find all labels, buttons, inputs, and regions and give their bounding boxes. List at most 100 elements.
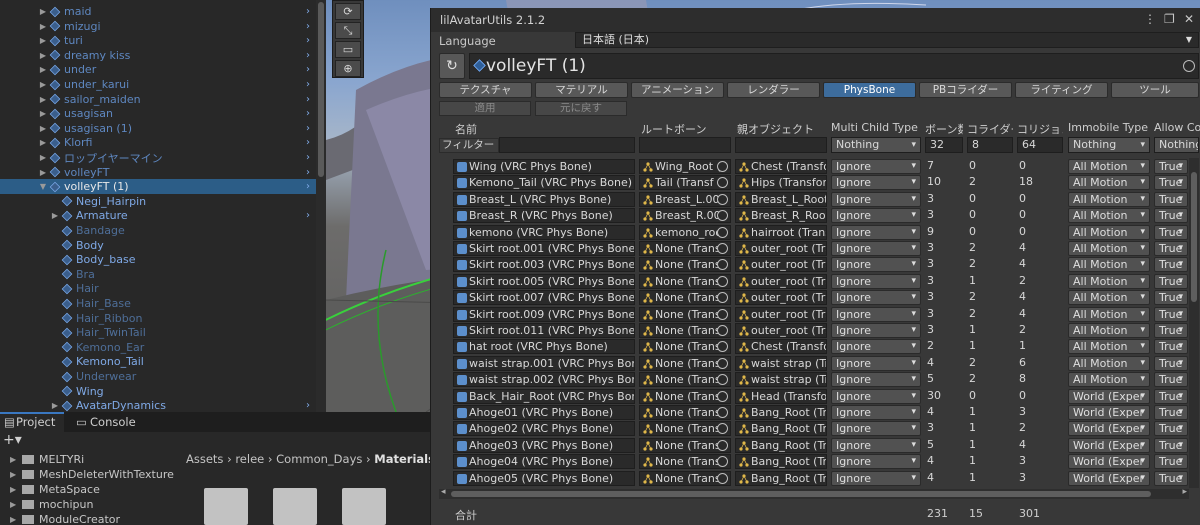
hierarchy-item[interactable]: ▼ volleyFT (1) ›	[0, 179, 316, 195]
column-header-immobile[interactable]: Immobile Type	[1068, 121, 1150, 134]
multi-child-dropdown[interactable]: Ignore	[831, 191, 921, 207]
apply-button[interactable]: 適用	[439, 101, 531, 116]
root-bone-field[interactable]: None (Trans	[639, 323, 731, 338]
hierarchy-item[interactable]: Kemono_Ear	[0, 340, 316, 355]
chevron-right-icon[interactable]: ›	[306, 400, 310, 411]
hierarchy-item[interactable]: ▶ under ›	[0, 62, 316, 77]
tab-5[interactable]: PBコライダー	[919, 82, 1012, 98]
parent-object-field[interactable]: Head (Transfo	[735, 388, 827, 404]
project-folder-item[interactable]: ▶ ModuleCreator	[10, 512, 120, 525]
hierarchy-item[interactable]: ▶ ロップイヤーマイン ›	[0, 150, 316, 165]
project-folder-item[interactable]: ▶ MELTYRi	[10, 452, 84, 466]
physbone-object-field[interactable]: Skirt root.007 (VRC Phys Bone)	[453, 290, 635, 306]
root-bone-field[interactable]: Breast_R.00	[639, 208, 731, 224]
language-dropdown[interactable]: 日本語 (日本) ▼	[575, 32, 1199, 48]
refresh-button[interactable]: ↻	[439, 53, 465, 79]
collapsed-arrow-icon[interactable]: ▶	[38, 7, 48, 16]
root-bone-field[interactable]: Breast_L.00	[639, 191, 731, 207]
object-picker-icon[interactable]	[717, 374, 728, 386]
collapsed-arrow-icon[interactable]: ▶	[38, 80, 48, 89]
column-header-allow[interactable]: Allow Co	[1154, 121, 1200, 134]
immobile-type-dropdown[interactable]: World (Exper	[1068, 421, 1150, 437]
breadcrumb-path[interactable]: Assets › relee › Common_Days ›	[186, 452, 371, 466]
column-header-multi-child[interactable]: Multi Child Type	[831, 121, 923, 134]
tab-7[interactable]: ツール	[1111, 82, 1199, 98]
physbone-object-field[interactable]: Back_Hair_Root (VRC Phys Bone	[453, 388, 635, 404]
object-picker-icon[interactable]	[717, 161, 728, 172]
hierarchy-item[interactable]: Bra	[0, 267, 316, 282]
immobile-type-dropdown[interactable]: All Motion	[1068, 224, 1150, 240]
immobile-type-dropdown[interactable]: All Motion	[1068, 241, 1150, 256]
tab-0[interactable]: テクスチャ	[439, 82, 532, 98]
chevron-right-icon[interactable]: ›	[306, 210, 310, 221]
physbone-object-field[interactable]: Ahoge04 (VRC Phys Bone)	[453, 454, 635, 470]
physbone-object-field[interactable]: Ahoge03 (VRC Phys Bone)	[453, 437, 635, 453]
collapsed-arrow-icon[interactable]: ▶	[50, 401, 60, 410]
filter-name-input[interactable]	[499, 137, 635, 153]
rotate-tool-icon[interactable]: ⟳	[335, 3, 361, 20]
parent-object-field[interactable]: outer_root (Tra	[735, 306, 827, 322]
hierarchy-item[interactable]: Body	[0, 238, 316, 253]
allow-collision-dropdown[interactable]: True	[1154, 355, 1188, 371]
collapsed-arrow-icon[interactable]: ▶	[38, 65, 48, 74]
column-header-root-bone[interactable]: ルートボーン	[641, 121, 731, 137]
object-picker-icon[interactable]	[717, 210, 728, 222]
object-picker-icon[interactable]	[717, 439, 728, 451]
allow-collision-dropdown[interactable]: True	[1154, 405, 1188, 420]
allow-collision-dropdown[interactable]: True	[1154, 224, 1188, 240]
immobile-type-dropdown[interactable]: All Motion	[1068, 191, 1150, 207]
allow-collision-dropdown[interactable]: True	[1154, 241, 1188, 256]
scale-tool-icon[interactable]: ⤡	[335, 22, 361, 39]
multi-child-dropdown[interactable]: Ignore	[831, 208, 921, 224]
collapsed-arrow-icon[interactable]: ▶	[10, 455, 22, 464]
allow-collision-dropdown[interactable]: True	[1154, 257, 1188, 273]
parent-object-field[interactable]: Bang_Root (Tr	[735, 421, 827, 437]
object-picker-icon[interactable]	[717, 193, 728, 205]
collapsed-arrow-icon[interactable]: ▶	[38, 138, 48, 147]
root-bone-field[interactable]: None (Trans	[639, 372, 731, 388]
parent-object-field[interactable]: Breast_R_Root	[735, 208, 827, 224]
object-picker-icon[interactable]	[717, 456, 728, 468]
root-bone-field[interactable]: None (Trans	[639, 470, 731, 486]
filter-allow-dropdown[interactable]: Nothing	[1154, 137, 1199, 153]
hierarchy-scrollbar[interactable]	[316, 0, 326, 412]
allow-collision-dropdown[interactable]: True	[1154, 175, 1188, 191]
parent-object-field[interactable]: outer_root (Tra	[735, 273, 827, 289]
chevron-right-icon[interactable]: ›	[306, 152, 310, 163]
hierarchy-item[interactable]: Kemono_Tail	[0, 354, 316, 369]
physbone-object-field[interactable]: Skirt root.009 (VRC Phys Bone)	[453, 306, 635, 322]
object-picker-icon[interactable]	[717, 423, 728, 435]
object-picker-icon[interactable]	[717, 357, 728, 369]
hierarchy-item[interactable]: ▶ usagisan (1) ›	[0, 121, 316, 136]
table-horizontal-scrollbar[interactable]: ◂ ▸	[439, 487, 1189, 499]
parent-object-field[interactable]: hairroot (Trans	[735, 224, 827, 240]
immobile-type-dropdown[interactable]: All Motion	[1068, 175, 1150, 191]
parent-object-field[interactable]: Hips (Transfor	[735, 175, 827, 191]
folder-icon[interactable]	[342, 488, 386, 525]
collapsed-arrow-icon[interactable]: ▶	[10, 500, 22, 509]
collapsed-arrow-icon[interactable]: ▶	[38, 153, 48, 162]
hierarchy-item[interactable]: Bandage	[0, 223, 316, 238]
collapsed-arrow-icon[interactable]: ▶	[10, 485, 22, 494]
project-folder-item[interactable]: ▶ MetaSpace	[10, 482, 100, 496]
object-picker-icon[interactable]	[717, 292, 728, 304]
filter-immobile-dropdown[interactable]: Nothing	[1068, 137, 1150, 153]
multi-child-dropdown[interactable]: Ignore	[831, 306, 921, 322]
root-bone-field[interactable]: None (Trans	[639, 339, 731, 355]
physbone-object-field[interactable]: Breast_R (VRC Phys Bone)	[453, 208, 635, 224]
column-header-bones[interactable]: ボーン数	[925, 121, 963, 137]
hierarchy-item[interactable]: ▶ volleyFT ›	[0, 165, 316, 180]
immobile-type-dropdown[interactable]: All Motion	[1068, 323, 1150, 338]
hierarchy-item[interactable]: ▶ maid ›	[0, 4, 316, 19]
allow-collision-dropdown[interactable]: True	[1154, 323, 1188, 338]
hierarchy-item[interactable]: ▶ mizugi ›	[0, 19, 316, 34]
multi-child-dropdown[interactable]: Ignore	[831, 241, 921, 256]
column-header-name[interactable]: 名前	[455, 121, 635, 137]
hierarchy-item[interactable]: Negi_Hairpin	[0, 194, 316, 209]
transform-tool-icon[interactable]: ⊕	[335, 60, 361, 77]
allow-collision-dropdown[interactable]: True	[1154, 372, 1188, 388]
hierarchy-item[interactable]: Body_base	[0, 252, 316, 267]
physbone-object-field[interactable]: Kemono_Tail (VRC Phys Bone)	[453, 175, 635, 191]
maximize-icon[interactable]: ❐	[1164, 12, 1175, 26]
allow-collision-dropdown[interactable]: True	[1154, 454, 1188, 470]
